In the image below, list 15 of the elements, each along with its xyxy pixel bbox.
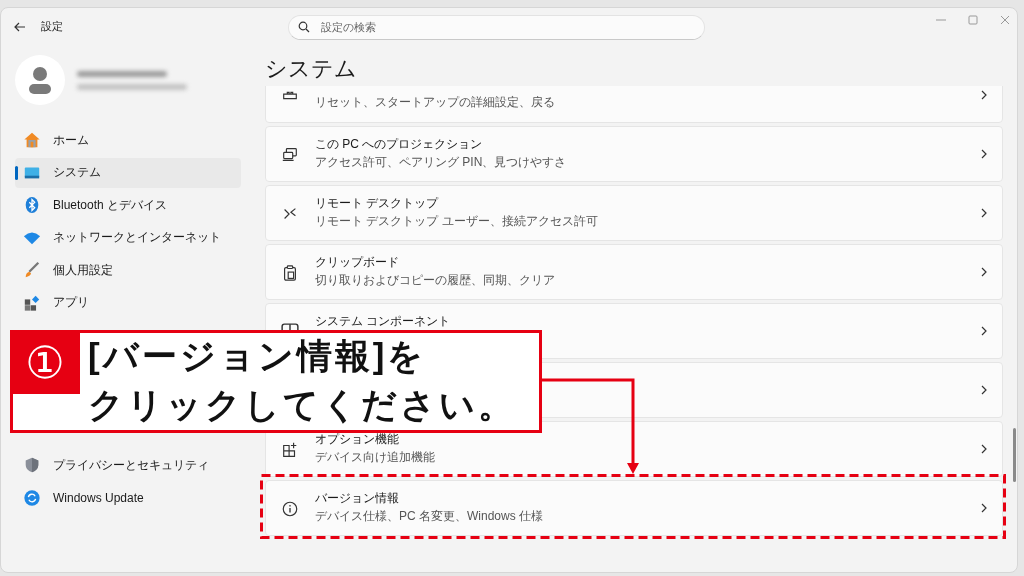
card-description: リセット、スタートアップの詳細設定、戻る (315, 94, 556, 111)
step-number: ① (10, 330, 80, 394)
card-title: この PC へのプロジェクション (315, 136, 484, 153)
card-title: クリップボード (315, 254, 400, 271)
card-title: リモート デスクトップ (315, 195, 440, 212)
card-title: オプション機能 (315, 431, 400, 448)
card-description: リモート デスクトップ ユーザー、接続アクセス許可 (315, 213, 599, 230)
page-title: システム (265, 55, 358, 80)
window-title: 設定 (41, 20, 64, 34)
card-description: デバイス向け追加機能 (315, 449, 436, 466)
card-description: 切り取りおよびコピーの履歴、同期、クリア (315, 272, 556, 289)
card-description: アクセス許可、ペアリング PIN、見つけやすさ (315, 154, 568, 171)
card-title: バージョン情報 (315, 490, 400, 507)
card-title: システム コンポーネント (315, 313, 452, 330)
card-description: デバイス仕様、PC 名変更、Windows 仕様 (315, 508, 545, 525)
